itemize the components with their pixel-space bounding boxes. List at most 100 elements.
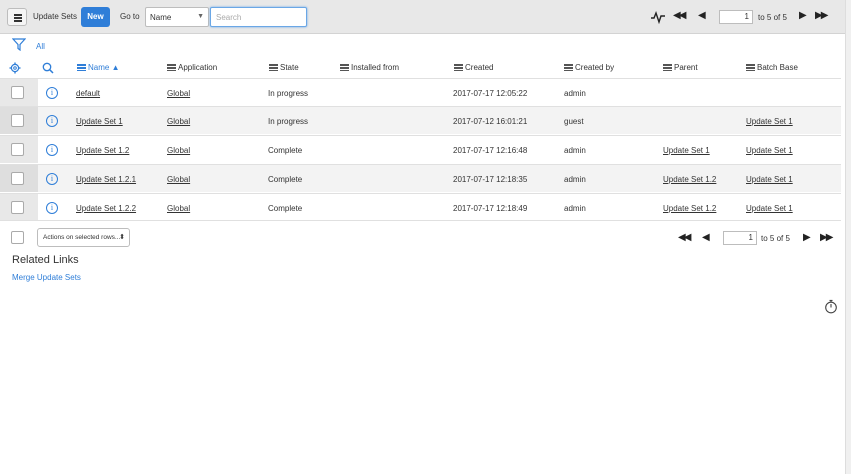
gear-icon[interactable] bbox=[9, 62, 21, 74]
cell-application[interactable]: Global bbox=[167, 117, 190, 126]
column-header-application[interactable]: Application bbox=[167, 63, 217, 73]
table-row: i Update Set 1 Global In progress 2017-0… bbox=[0, 106, 841, 134]
column-label: Parent bbox=[674, 63, 698, 72]
merge-update-sets-link[interactable]: Merge Update Sets bbox=[12, 273, 81, 282]
cell-application[interactable]: Global bbox=[167, 175, 190, 184]
last-page-icon[interactable]: ▶▶ bbox=[815, 10, 828, 21]
column-label: Application bbox=[178, 63, 218, 72]
next-page-icon[interactable]: ▶ bbox=[803, 232, 811, 243]
cell-state: Complete bbox=[268, 175, 303, 184]
table-row: i Update Set 1.2 Global Complete 2017-07… bbox=[0, 135, 841, 163]
actions-select-label: Actions on selected rows... bbox=[43, 234, 121, 241]
column-label: Installed from bbox=[351, 63, 400, 72]
info-icon[interactable]: i bbox=[46, 173, 58, 185]
cell-name[interactable]: Update Set 1.2 bbox=[76, 146, 129, 155]
cell-batch-base[interactable]: Update Set 1 bbox=[746, 146, 793, 155]
previous-page-icon[interactable]: ◀ bbox=[702, 232, 710, 243]
timer-icon[interactable] bbox=[824, 299, 838, 314]
last-page-icon[interactable]: ▶▶ bbox=[820, 232, 833, 243]
row-checkbox[interactable] bbox=[11, 143, 24, 156]
column-menu-icon[interactable] bbox=[663, 63, 672, 72]
cell-batch-base[interactable]: Update Set 1 bbox=[746, 175, 793, 184]
cell-created: 2017-07-17 12:05:22 bbox=[453, 89, 528, 98]
column-menu-icon[interactable] bbox=[269, 63, 278, 72]
search-field-select[interactable]: Name ▼ bbox=[145, 7, 209, 27]
column-menu-icon[interactable] bbox=[77, 63, 86, 72]
column-header-parent[interactable]: Parent bbox=[663, 63, 698, 73]
select-all-checkbox[interactable] bbox=[11, 231, 24, 244]
related-links-heading: Related Links bbox=[12, 254, 79, 266]
column-header-created-by[interactable]: Created by bbox=[564, 63, 614, 73]
cell-state: In progress bbox=[268, 89, 309, 98]
cell-batch-base[interactable]: Update Set 1 bbox=[746, 204, 793, 213]
first-page-icon[interactable]: ◀◀ bbox=[678, 232, 691, 243]
column-label: Name bbox=[88, 63, 110, 72]
cell-state: In progress bbox=[268, 117, 309, 126]
chevron-down-icon: ▼ bbox=[197, 13, 204, 20]
cell-created-by: admin bbox=[564, 146, 586, 155]
cell-application[interactable]: Global bbox=[167, 89, 190, 98]
filter-all-breadcrumb[interactable]: All bbox=[36, 42, 45, 51]
cell-created-by: admin bbox=[564, 204, 586, 213]
table-row: i Update Set 1.2.1 Global Complete 2017-… bbox=[0, 164, 841, 192]
next-page-icon[interactable]: ▶ bbox=[799, 10, 807, 21]
row-checkbox[interactable] bbox=[11, 114, 24, 127]
search-input[interactable] bbox=[210, 7, 307, 27]
sort-ascending-icon: ▲ bbox=[111, 63, 120, 72]
page-number-input[interactable]: 1 bbox=[723, 231, 757, 245]
filter-icon[interactable] bbox=[12, 38, 26, 51]
cell-application[interactable]: Global bbox=[167, 204, 190, 213]
first-page-icon[interactable]: ◀◀ bbox=[673, 10, 686, 21]
column-header-name[interactable]: Name ▲ bbox=[77, 63, 120, 73]
cell-parent[interactable]: Update Set 1.2 bbox=[663, 204, 716, 213]
column-menu-icon[interactable] bbox=[746, 63, 755, 72]
cell-name[interactable]: Update Set 1.2.1 bbox=[76, 175, 136, 184]
cell-batch-base[interactable]: Update Set 1 bbox=[746, 117, 793, 126]
previous-page-icon[interactable]: ◀ bbox=[698, 10, 706, 21]
column-label: Created bbox=[465, 63, 494, 72]
column-menu-icon[interactable] bbox=[340, 63, 349, 72]
activity-stream-icon[interactable] bbox=[650, 10, 666, 24]
column-menu-icon[interactable] bbox=[454, 63, 463, 72]
cell-name[interactable]: Update Set 1.2.2 bbox=[76, 204, 136, 213]
row-checkbox[interactable] bbox=[11, 201, 24, 214]
row-checkbox[interactable] bbox=[11, 86, 24, 99]
table-row: i Update Set 1.2.2 Global Complete 2017-… bbox=[0, 193, 841, 221]
row-checkbox[interactable] bbox=[11, 172, 24, 185]
info-icon[interactable]: i bbox=[46, 202, 58, 214]
page-range-text: to 5 of 5 bbox=[761, 234, 790, 243]
cell-application[interactable]: Global bbox=[167, 146, 190, 155]
cell-created-by: admin bbox=[564, 175, 586, 184]
column-menu-icon[interactable] bbox=[167, 63, 176, 72]
cell-parent[interactable]: Update Set 1 bbox=[663, 146, 710, 155]
column-header-installed-from[interactable]: Installed from bbox=[340, 63, 399, 73]
cell-created: 2017-07-17 12:18:35 bbox=[453, 175, 528, 184]
cell-name[interactable]: Update Set 1 bbox=[76, 117, 123, 126]
info-icon[interactable]: i bbox=[46, 144, 58, 156]
cell-parent[interactable]: Update Set 1.2 bbox=[663, 175, 716, 184]
cell-created-by: admin bbox=[564, 89, 586, 98]
column-menu-icon[interactable] bbox=[564, 63, 573, 72]
cell-created: 2017-07-17 12:16:48 bbox=[453, 146, 528, 155]
column-header-created[interactable]: Created bbox=[454, 63, 493, 73]
column-label: Batch Base bbox=[757, 63, 798, 72]
search-field-value: Name bbox=[150, 13, 172, 22]
new-button[interactable]: New bbox=[81, 7, 110, 27]
list-header-bar: Update Sets New Go to Name ▼ ◀◀ ◀ 1 to 5… bbox=[0, 0, 845, 34]
actions-select[interactable]: Actions on selected rows... ⬍ bbox=[37, 228, 130, 247]
hamburger-menu-icon[interactable] bbox=[7, 8, 27, 26]
select-arrows-icon: ⬍ bbox=[119, 234, 125, 241]
info-icon[interactable]: i bbox=[46, 87, 58, 99]
search-icon[interactable] bbox=[42, 62, 54, 74]
info-icon[interactable]: i bbox=[46, 115, 58, 127]
cell-state: Complete bbox=[268, 204, 303, 213]
cell-state: Complete bbox=[268, 146, 303, 155]
column-header-batch-base[interactable]: Batch Base bbox=[746, 63, 798, 73]
vertical-scrollbar[interactable] bbox=[845, 0, 851, 474]
column-header-state[interactable]: State bbox=[269, 63, 299, 73]
page-range-text: to 5 of 5 bbox=[758, 13, 787, 22]
page-number-input[interactable]: 1 bbox=[719, 10, 753, 24]
cell-name[interactable]: default bbox=[76, 89, 100, 98]
cell-created-by: guest bbox=[564, 117, 584, 126]
cell-created: 2017-07-17 12:18:49 bbox=[453, 204, 528, 213]
